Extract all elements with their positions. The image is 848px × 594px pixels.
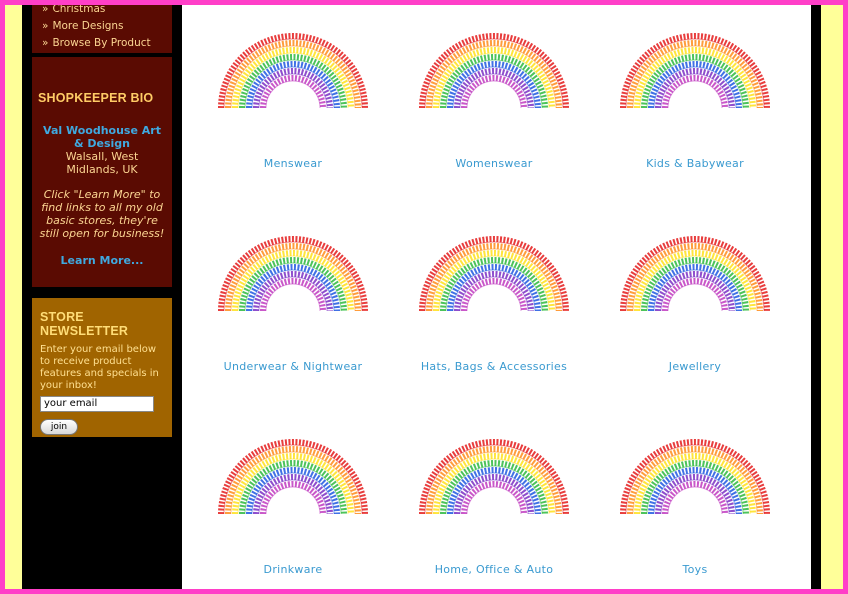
store-newsletter: STORE NEWSLETTER Enter your email below … xyxy=(32,298,172,437)
rainbow-icon[interactable] xyxy=(394,28,594,110)
shopkeeper-description: Click "Learn More" to find links to all … xyxy=(39,188,165,240)
product-category-tile[interactable]: Drinkware xyxy=(193,416,393,589)
product-category-tile[interactable]: Womenswear xyxy=(394,10,594,210)
sidebar: » Christmas » More Designs » Browse By Prod… xyxy=(32,5,172,437)
shopkeeper-name[interactable]: Val Woodhouse Art & Design xyxy=(38,124,166,150)
product-category-tile[interactable]: Toys xyxy=(595,416,795,589)
newsletter-heading: STORE NEWSLETTER xyxy=(40,310,129,338)
product-category-tile[interactable]: Menswear xyxy=(193,10,393,210)
learn-more-link[interactable]: Learn More... xyxy=(61,254,144,267)
bio-heading: SHOPKEEPER BIO xyxy=(38,91,154,105)
chevron-icon: » xyxy=(42,20,49,32)
nav-item-browse-by-product[interactable]: » Browse By Product xyxy=(42,35,172,52)
email-field[interactable]: your email xyxy=(40,396,154,412)
nav-item-more-designs[interactable]: » More Designs xyxy=(42,18,172,35)
nav-item-label: More Designs xyxy=(52,20,124,32)
rainbow-icon[interactable] xyxy=(394,231,594,313)
product-category-label[interactable]: Menswear xyxy=(193,157,393,170)
page-frame: » Christmas » More Designs » Browse By Prod… xyxy=(5,5,843,589)
product-category-label[interactable]: Drinkware xyxy=(193,563,393,576)
shopkeeper-bio: SHOPKEEPER BIO Val Woodhouse Art & Desig… xyxy=(32,57,172,287)
category-nav: » Christmas » More Designs » Browse By Prod… xyxy=(32,5,172,53)
product-grid: Menswear Womenswear Kids & Babywear Underwe… xyxy=(182,5,811,589)
rainbow-icon[interactable] xyxy=(595,231,795,313)
product-category-label[interactable]: Hats, Bags & Accessories xyxy=(394,360,594,373)
rainbow-icon[interactable] xyxy=(394,434,594,516)
shopkeeper-location: Walsall, West Midlands, UK xyxy=(65,150,139,176)
product-category-tile[interactable]: Underwear & Nightwear xyxy=(193,213,393,413)
product-category-label[interactable]: Home, Office & Auto xyxy=(394,563,594,576)
product-category-tile[interactable]: Home, Office & Auto xyxy=(394,416,594,589)
rainbow-icon[interactable] xyxy=(193,434,393,516)
newsletter-description: Enter your email below to receive produc… xyxy=(40,344,159,391)
nav-item-christmas[interactable]: » Christmas xyxy=(42,5,172,18)
nav-item-label: Christmas xyxy=(52,5,106,15)
product-category-label[interactable]: Womenswear xyxy=(394,157,594,170)
product-category-tile[interactable]: Jewellery xyxy=(595,213,795,413)
join-button[interactable]: join xyxy=(40,419,78,435)
product-category-label[interactable]: Jewellery xyxy=(595,360,795,373)
rainbow-icon[interactable] xyxy=(595,28,795,110)
rainbow-icon[interactable] xyxy=(193,231,393,313)
product-category-label[interactable]: Kids & Babywear xyxy=(595,157,795,170)
rainbow-icon[interactable] xyxy=(595,434,795,516)
product-category-label[interactable]: Underwear & Nightwear xyxy=(193,360,393,373)
product-grid-area: Menswear Womenswear Kids & Babywear Underwe… xyxy=(182,5,811,589)
product-category-tile[interactable]: Hats, Bags & Accessories xyxy=(394,213,594,413)
chevron-icon: » xyxy=(42,37,49,49)
nav-item-label: Browse By Product xyxy=(52,37,151,49)
product-category-label[interactable]: Toys xyxy=(595,563,795,576)
chevron-icon: » xyxy=(42,5,49,15)
product-category-tile[interactable]: Kids & Babywear xyxy=(595,10,795,210)
rainbow-icon[interactable] xyxy=(193,28,393,110)
